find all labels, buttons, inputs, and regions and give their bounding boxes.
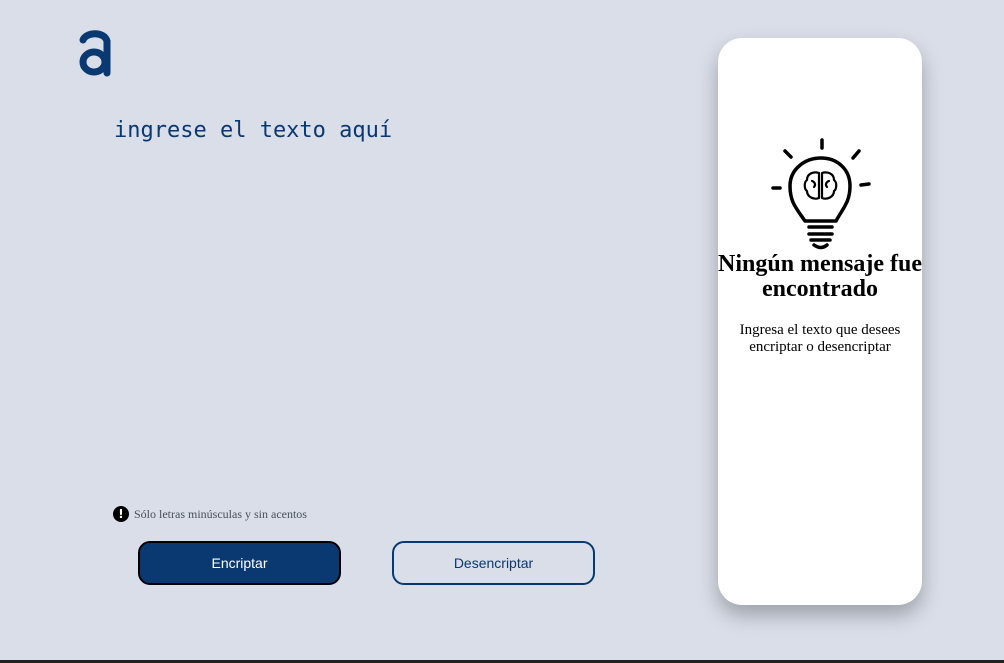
hint: ! Sólo letras minúsculas y sin acentos — [113, 506, 307, 522]
output-panel: Ningún mensaje fue encontrado Ingresa el… — [718, 38, 922, 605]
hint-text: Sólo letras minúsculas y sin acentos — [134, 506, 307, 521]
logo — [76, 28, 114, 78]
alura-logo-icon — [79, 30, 111, 77]
panel-text: Ingresa el texto que desees encriptar o … — [739, 322, 901, 355]
encrypt-button[interactable]: Encriptar — [138, 541, 341, 585]
lightbulb-brain-icon — [771, 138, 871, 250]
panel-title: Ningún mensaje fue encontrado — [718, 251, 923, 302]
decrypt-button[interactable]: Desencriptar — [392, 541, 595, 585]
message-input[interactable] — [114, 118, 694, 478]
exclamation-icon: ! — [113, 506, 129, 522]
